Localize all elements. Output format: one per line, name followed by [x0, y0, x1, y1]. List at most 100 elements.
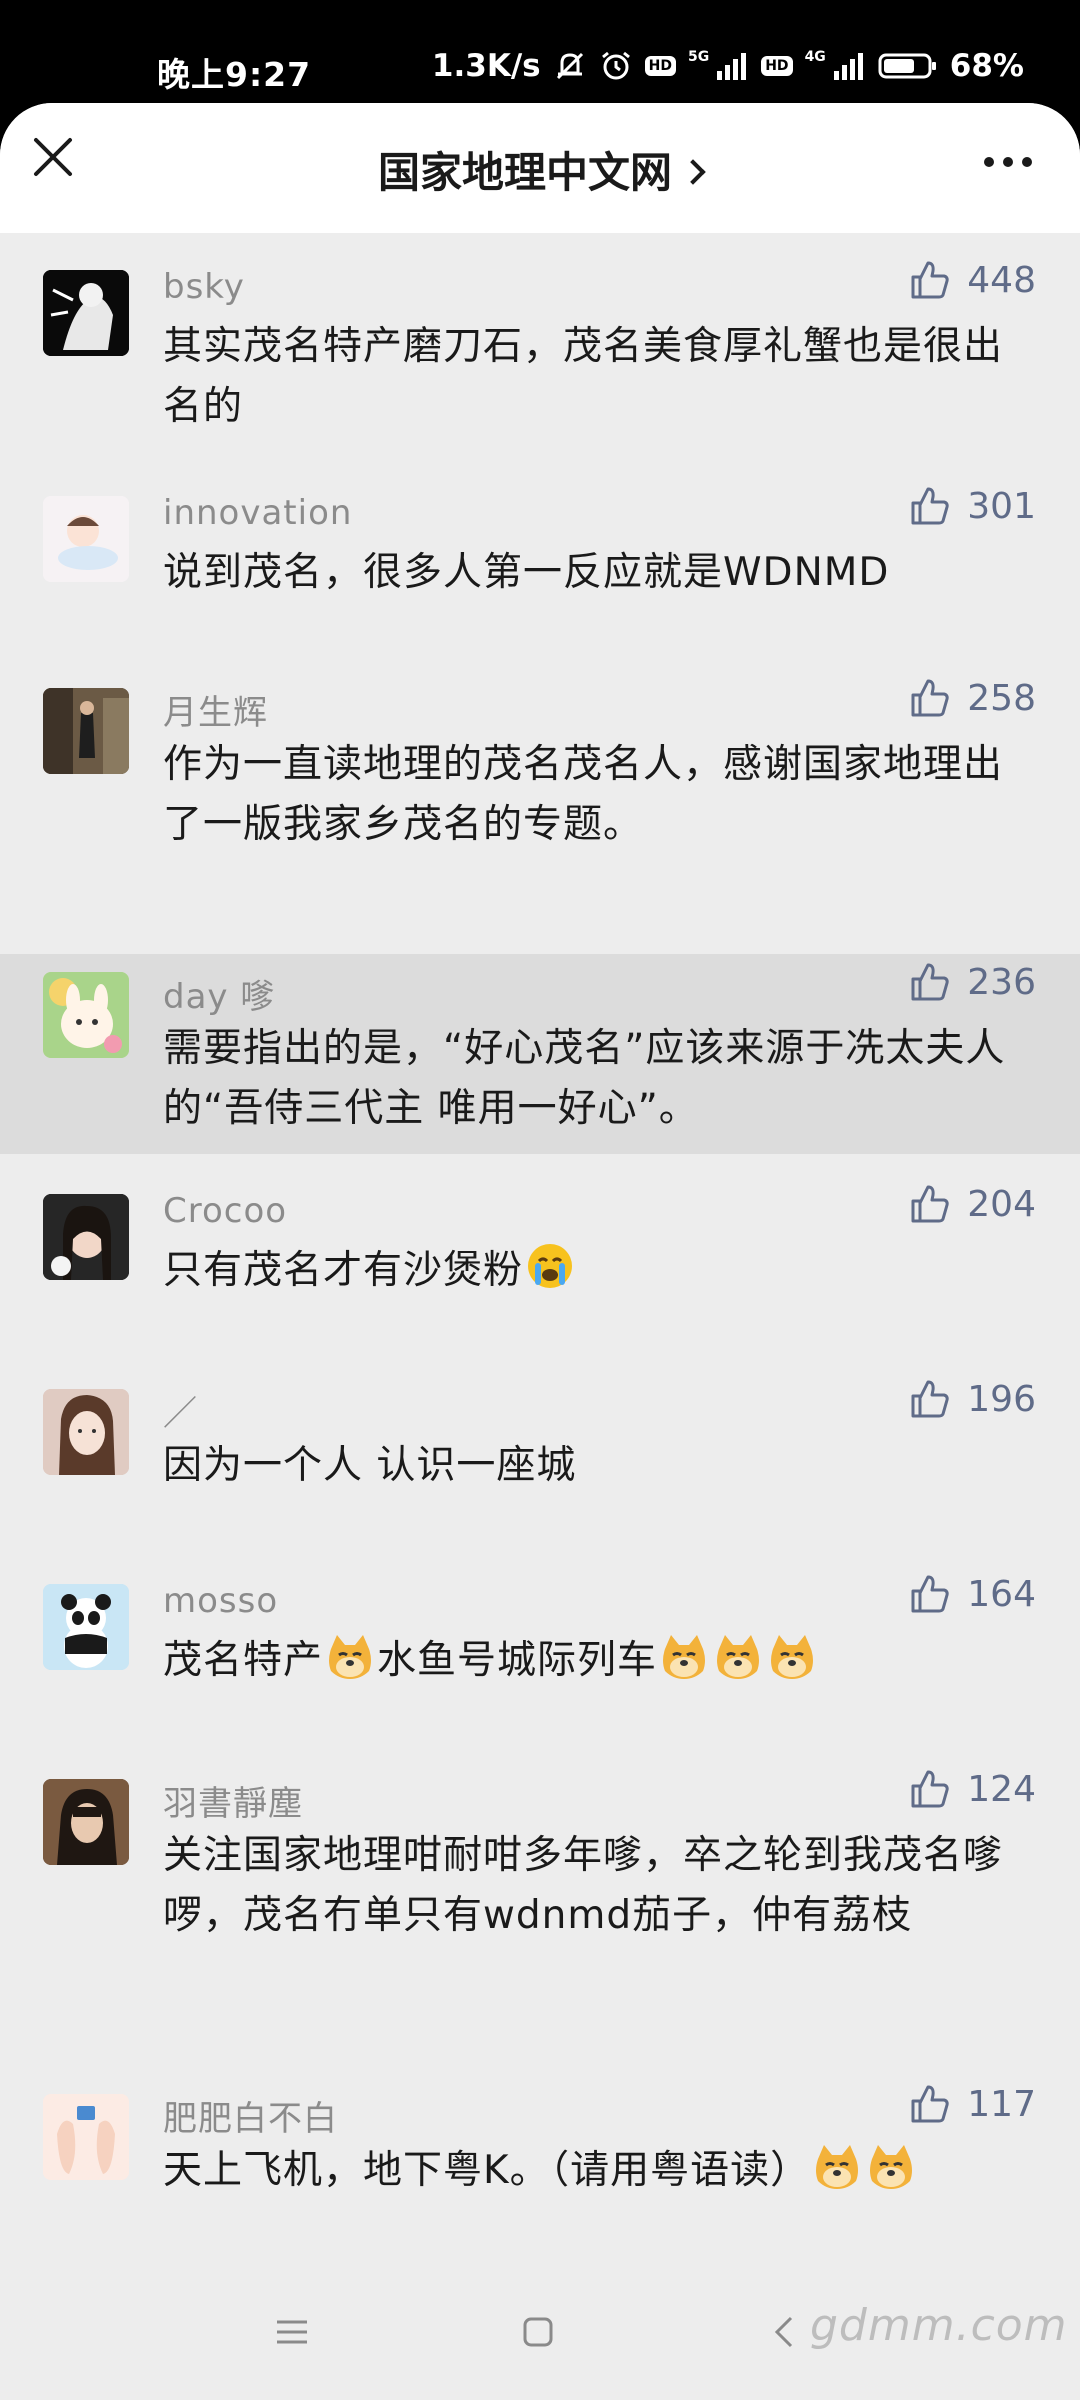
comment-item: 羽書靜塵 124 关注国家地理咁耐咁多年嗲，卒之轮到我茂名嗲啰，茂名冇单只有wd… [0, 1739, 1080, 2054]
comment-author[interactable]: Crocoo [163, 1191, 287, 1231]
like-count: 204 [967, 1183, 1036, 1225]
chevron-right-icon [680, 159, 706, 185]
avatar[interactable] [43, 270, 129, 356]
mute-icon [553, 49, 587, 83]
home-button[interactable] [518, 2312, 558, 2356]
comment-author[interactable]: mosso [163, 1581, 278, 1621]
like-count: 258 [967, 677, 1036, 719]
comment-text-part: 茂名特产 [163, 1638, 324, 1683]
like-count: 236 [967, 961, 1036, 1003]
page-title-text: 国家地理中文网 [377, 148, 672, 197]
thumbs-up-icon [911, 1770, 949, 1808]
more-dot-icon [1022, 157, 1032, 167]
signal-icon [832, 51, 866, 81]
thumbs-up-icon [911, 2085, 949, 2123]
like-count: 164 [967, 1573, 1036, 1615]
avatar[interactable] [43, 2094, 129, 2180]
comment-author[interactable]: innovation [163, 493, 352, 533]
comment-text: 茂名特产 水鱼号城际列车 [163, 1631, 1033, 1691]
comment-author[interactable]: 羽書靜塵 [163, 1776, 303, 1825]
thumbs-up-icon [911, 1185, 949, 1223]
thumbs-up-icon [911, 963, 949, 1001]
like-button[interactable]: 448 [909, 259, 1036, 301]
comment-author[interactable]: bsky [163, 267, 245, 307]
back-button[interactable] [765, 2312, 805, 2356]
comment-text: 只有茂名才有沙煲粉 [163, 1241, 1033, 1301]
more-options-button[interactable] [984, 157, 1032, 167]
header-bar: 国家地理中文网 [0, 103, 1080, 233]
thumbs-up-icon [911, 487, 949, 525]
comment-item: Crocoo 204 只有茂名才有沙煲粉 [0, 1154, 1080, 1349]
comment-text: 关注国家地理咁耐咁多年嗲，卒之轮到我茂名嗲啰，茂名冇单只有wdnmd茄子，仲有荔… [163, 1833, 1004, 1938]
avatar[interactable] [43, 496, 129, 582]
like-count: 301 [967, 485, 1036, 527]
doge-emoji-icon [816, 2145, 859, 2189]
comment-item: innovation 301 说到茂名，很多人第一反应就是WDNMD [0, 463, 1080, 653]
page-title[interactable]: 国家地理中文网 [0, 139, 1080, 200]
more-dot-icon [984, 157, 994, 167]
comment-author[interactable]: 肥肥白不白 [163, 2091, 338, 2140]
back-arrow-icon [774, 2316, 793, 2348]
avatar[interactable] [43, 1584, 129, 1670]
like-button[interactable]: 117 [909, 2083, 1036, 2125]
comment-item: bsky 448 其实茂名特产磨刀石，茂名美食厚礼蟹也是很出名的 [0, 233, 1080, 463]
thumbs-up-icon [911, 1575, 949, 1613]
comment-text: 天上飞机，地下粤K。（请用粤语读） [163, 2141, 1033, 2201]
battery-icon [878, 51, 938, 81]
network-type-tag: 4G [804, 49, 826, 65]
doge-emoji-icon [663, 1635, 706, 1679]
hd-badge: HD [761, 56, 793, 76]
comment-text-part: 水鱼号城际列车 [377, 1638, 658, 1683]
network-type-tag: 5G [687, 49, 710, 65]
menu-icon [277, 2320, 307, 2344]
status-indicators: 1.3K/s HD 5G HD 4G 68% [432, 48, 1024, 84]
hd-badge: HD [644, 56, 676, 76]
comment-item: mosso 164 茂名特产 水鱼号城际列车 [0, 1544, 1080, 1739]
doge-emoji-icon [717, 1635, 760, 1679]
avatar[interactable] [43, 1194, 129, 1280]
thumbs-up-icon [911, 1380, 949, 1418]
doge-emoji-icon [870, 2145, 913, 2189]
comment-author[interactable]: 月生辉 [163, 685, 268, 734]
like-button[interactable]: 258 [909, 677, 1036, 719]
like-button[interactable]: 196 [909, 1378, 1036, 1420]
comment-sheet: 国家地理中文网 bsky 448 其实茂名特产磨刀石，茂名美食厚礼蟹也是很出名的 [0, 103, 1080, 2400]
comment-item: 月生辉 258 作为一直读地理的茂名茂名人，感谢国家地理出了一版我家乡茂名的专题… [0, 653, 1080, 903]
avatar[interactable] [43, 1389, 129, 1475]
like-button[interactable]: 204 [909, 1183, 1036, 1225]
comment-text: 需要指出的是，“好心茂名”应该来源于冼太夫人的“吾侍三代主 唯用一好心”。 [163, 1026, 1006, 1131]
doge-emoji-icon [771, 1635, 814, 1679]
battery-percent: 68% [949, 48, 1024, 84]
crying-emoji-icon [528, 1244, 573, 1288]
avatar[interactable] [43, 972, 129, 1058]
comment-text: 其实茂名特产磨刀石，茂名美食厚礼蟹也是很出名的 [163, 324, 1004, 429]
avatar[interactable] [43, 1779, 129, 1865]
home-square-icon [523, 2317, 553, 2347]
like-button[interactable]: 124 [909, 1768, 1036, 1810]
comment-author[interactable]: ／ [163, 1386, 198, 1435]
comment-text-body: 只有茂名才有沙煲粉 [163, 1248, 524, 1293]
comment-item: ／ 196 因为一个人 认识一座城 [0, 1349, 1080, 1544]
net-speed: 1.3K/s [431, 48, 541, 84]
like-button[interactable]: 301 [909, 485, 1036, 527]
comment-text: 因为一个人 认识一座城 [163, 1443, 577, 1488]
signal-icon [715, 51, 749, 81]
comment-text: 作为一直读地理的茂名茂名人，感谢国家地理出了一版我家乡茂名的专题。 [163, 742, 1004, 847]
thumbs-up-icon [911, 261, 949, 299]
comment-author[interactable]: day 嗲 [163, 969, 275, 1018]
thumbs-up-icon [911, 679, 949, 717]
like-button[interactable]: 164 [909, 1573, 1036, 1615]
more-dot-icon [1003, 157, 1013, 167]
like-count: 117 [967, 2083, 1036, 2125]
comment-item: 肥肥白不白 117 天上飞机，地下粤K。（请用粤语读） [0, 2054, 1080, 2254]
recents-button[interactable] [272, 2312, 312, 2356]
avatar[interactable] [43, 688, 129, 774]
comment-text-body: 天上飞机，地下粤K。（请用粤语读） [163, 2148, 811, 2193]
like-button[interactable]: 236 [909, 961, 1036, 1003]
like-count: 196 [967, 1378, 1036, 1420]
alarm-icon [599, 49, 633, 83]
status-time: 晚上9:27 [157, 55, 312, 94]
comment-item-highlighted: day 嗲 236 需要指出的是，“好心茂名”应该来源于冼太夫人的“吾侍三代主 … [0, 954, 1080, 1154]
doge-emoji-icon [329, 1635, 372, 1679]
comment-text: 说到茂名，很多人第一反应就是WDNMD [163, 550, 890, 595]
